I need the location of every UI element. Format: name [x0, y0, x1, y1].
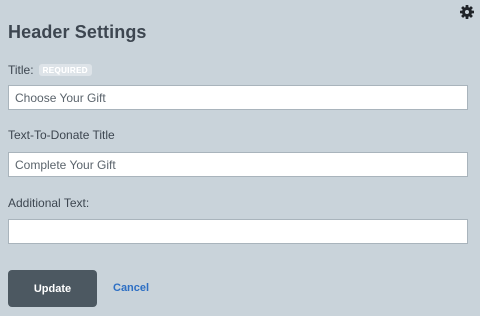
additional-text-input[interactable]: [8, 219, 468, 244]
update-button[interactable]: Update: [8, 270, 97, 307]
page-title: Header Settings: [8, 22, 147, 42]
text-to-donate-title-label: Text-To-Donate Title: [8, 128, 115, 142]
additional-text-label: Additional Text:: [8, 196, 90, 210]
header-settings-panel: Header Settings Title: REQUIRED Text-To-D…: [0, 0, 480, 316]
title-field-label-row: Title: REQUIRED: [8, 63, 92, 77]
title-input[interactable]: [8, 85, 468, 110]
text-to-donate-title-input[interactable]: [8, 152, 468, 177]
cancel-link[interactable]: Cancel: [113, 282, 149, 294]
gear-icon-graphic: [460, 5, 474, 19]
gear-icon[interactable]: [459, 4, 475, 20]
required-badge: REQUIRED: [38, 64, 92, 76]
title-field-label: Title:: [8, 63, 34, 77]
